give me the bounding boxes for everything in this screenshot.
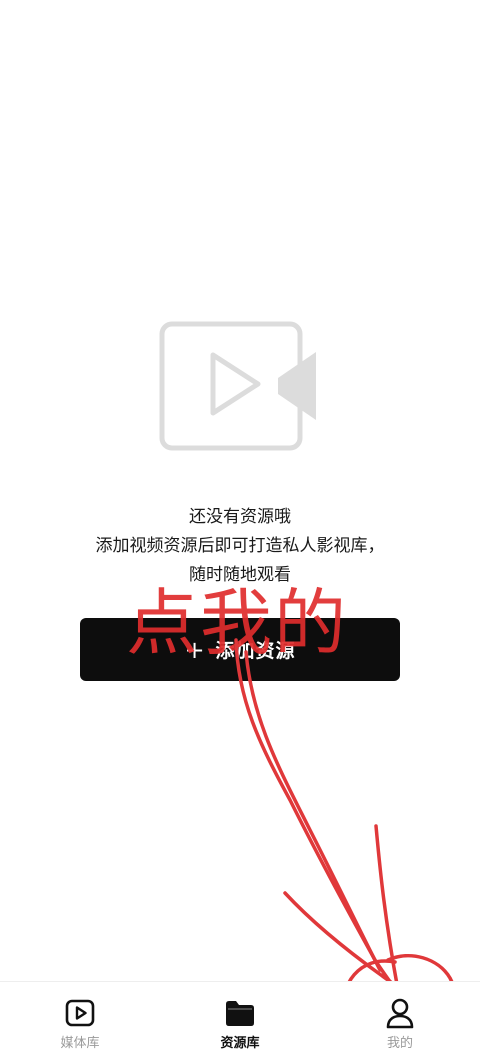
screen: 还没有资源哦 添加视频资源后即可打造私人影视库， 随时随地观看 + 添加资源 点…: [0, 0, 480, 1056]
folder-icon: [223, 996, 257, 1030]
empty-description: 添加视频资源后即可打造私人影视库，: [95, 536, 385, 556]
bottom-tab-bar: 媒体库 资源库 我的: [0, 981, 480, 1056]
annotation-text: 点我的: [126, 581, 349, 665]
tab-label: 资源库: [220, 1036, 260, 1051]
tab-label: 媒体库: [60, 1036, 100, 1051]
tab-media-library[interactable]: 媒体库: [0, 982, 160, 1056]
empty-title: 还没有资源哦: [189, 507, 291, 527]
video-camera-icon: [159, 321, 316, 451]
tab-profile[interactable]: 我的: [320, 982, 480, 1056]
play-square-icon: [63, 996, 97, 1030]
tab-resource-library[interactable]: 资源库: [160, 982, 320, 1056]
person-icon: [383, 996, 417, 1030]
tab-label: 我的: [386, 1036, 413, 1051]
